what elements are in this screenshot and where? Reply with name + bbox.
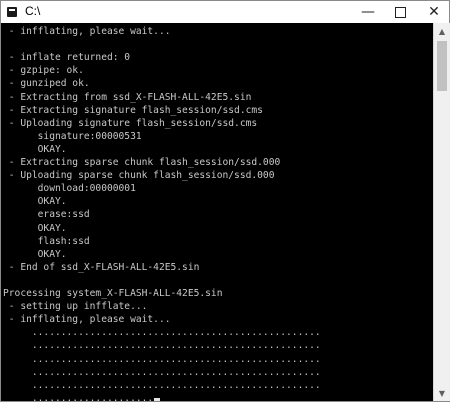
console-line: signature:00000531	[3, 130, 142, 142]
title-bar[interactable]: C:\ — ✕	[1, 1, 449, 23]
close-icon: ✕	[428, 4, 440, 20]
console-line: - Extracting signature flash_session/ssd…	[3, 104, 263, 116]
close-button[interactable]: ✕	[419, 1, 449, 23]
console-line: - Uploading signature flash_session/ssd.…	[3, 117, 258, 129]
console-line: - setting up infflate...	[3, 301, 148, 313]
console-line: - gzpipe: ok.	[3, 65, 84, 77]
maximize-button[interactable]	[385, 1, 415, 23]
text-cursor	[154, 397, 161, 401]
minimize-icon: —	[361, 4, 375, 20]
console-line: - Extracting from ssd_X-FLASH-ALL-42E5.s…	[3, 91, 252, 103]
console-line: ........................................…	[3, 366, 321, 378]
console-line: ........................................…	[3, 353, 321, 365]
console-line: OKAY.	[3, 196, 67, 208]
console-line: - Uploading sparse chunk flash_session/s…	[3, 170, 275, 182]
console-line: flash:ssd	[3, 235, 90, 247]
console-line: - inflate returned: 0	[3, 52, 131, 64]
console-line: Processing system_X-FLASH-ALL-42E5.sin	[3, 288, 223, 299]
minimize-button[interactable]: —	[353, 1, 383, 23]
console-line: - infflating, please wait...	[3, 314, 171, 326]
console-line: - gunziped ok.	[3, 78, 90, 90]
console-line: - End of ssd_X-FLASH-ALL-42E5.sin	[3, 261, 200, 273]
console-line: ........................................…	[3, 379, 321, 391]
scroll-thumb[interactable]	[437, 41, 447, 91]
scroll-up-icon[interactable]: ▲	[434, 23, 450, 39]
console-line: OKAY.	[3, 143, 67, 155]
console-line: OKAY.	[3, 248, 67, 260]
console-line: erase:ssd	[3, 209, 90, 221]
console-line: - Extracting sparse chunk flash_session/…	[3, 157, 281, 168]
console-line: ........................................…	[3, 327, 321, 339]
console-line: download:00000001	[3, 183, 136, 195]
scroll-down-icon[interactable]: ▼	[434, 385, 450, 401]
console-line: .....................	[3, 392, 161, 401]
console-output[interactable]: - infflating, please wait... - inflate r…	[1, 23, 433, 401]
console-line: OKAY.	[3, 222, 67, 234]
console-line: ........................................…	[3, 340, 321, 352]
console-app-icon	[7, 7, 17, 17]
console-window: C:\ — ✕ - infflating, please wait... - i…	[0, 0, 450, 402]
vertical-scrollbar[interactable]: ▲ ▼	[433, 23, 450, 401]
maximize-icon	[394, 6, 406, 18]
console-line: - infflating, please wait...	[3, 26, 171, 37]
window-title: C:\	[25, 4, 41, 18]
